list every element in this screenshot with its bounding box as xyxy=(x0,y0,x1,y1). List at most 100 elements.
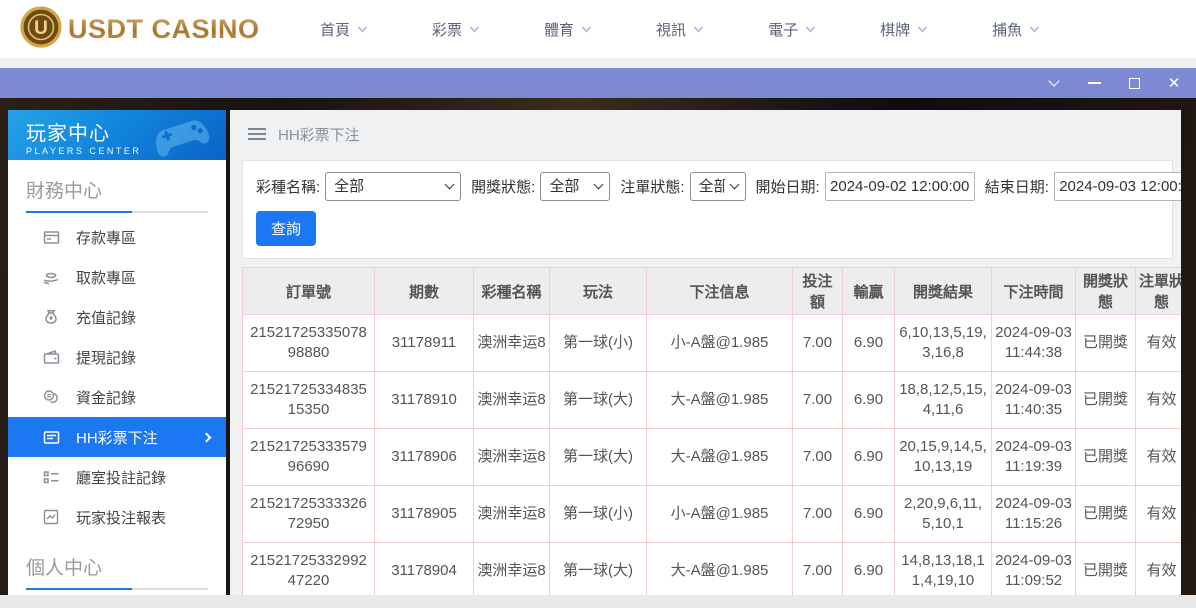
column-header: 彩種名稱 xyxy=(474,268,550,315)
minimize-icon xyxy=(1088,82,1101,84)
table-cell: 18,8,12,5,15,4,11,6 xyxy=(895,372,992,429)
table-cell: 有效 xyxy=(1136,429,1182,486)
column-header: 投注額 xyxy=(793,268,843,315)
table-cell: 澳洲幸运8 xyxy=(474,543,550,596)
sidebar-item-recharge-records[interactable]: 充值記錄 xyxy=(8,297,226,337)
table-cell: 6.90 xyxy=(843,315,895,372)
bet-table-head: 訂單號期數彩種名稱玩法下注信息投注額輸贏開獎結果下注時間開獎狀態注單狀態 xyxy=(243,268,1182,315)
cashout-icon xyxy=(42,348,60,366)
chevron-down-icon xyxy=(1030,22,1040,32)
sidebar-sections: 財務中心存款專區取款專區充值記錄提現記錄資金記錄 HH彩票下注廳室投註記錄玩家投注… xyxy=(8,160,226,595)
sidebar-item-withdrawal-records[interactable]: 提現記錄 xyxy=(8,337,226,377)
sidebar-item-room-bet-records[interactable]: 廳室投註記錄 xyxy=(8,457,226,497)
nav-item-label: 首頁 xyxy=(320,19,350,40)
table-row: 215217253329924722031178904澳洲幸运8第一球(大)大-… xyxy=(243,543,1182,596)
order-status-select-wrap: 全部 xyxy=(690,172,746,201)
nav-item-3[interactable]: 視訊 xyxy=(656,19,702,40)
end-date-input[interactable] xyxy=(1054,172,1181,201)
table-cell: 有效 xyxy=(1136,486,1182,543)
table-cell: 第一球(大) xyxy=(550,372,647,429)
bet-table-card: 訂單號期數彩種名稱玩法下注信息投注額輸贏開獎結果下注時間開獎狀態注單狀態 215… xyxy=(242,267,1181,595)
maximize-icon xyxy=(1129,78,1140,89)
lottery-type-select[interactable]: 全部 xyxy=(325,172,461,201)
table-cell: 7.00 xyxy=(793,315,843,372)
order-status-select[interactable]: 全部 xyxy=(690,172,746,201)
main-content: HH彩票下注 彩種名稱:全部開獎狀態:全部注單狀態:全部開始日期:結束日期: 查… xyxy=(230,110,1181,595)
table-row: 215217253335799669031178906澳洲幸运8第一球(大)大-… xyxy=(243,429,1182,486)
start-date-label: 開始日期: xyxy=(756,176,820,197)
sidebar-item-withdraw-zone[interactable]: 取款專區 xyxy=(8,257,226,297)
table-cell: 2152172533483515350 xyxy=(243,372,375,429)
table-cell: 有效 xyxy=(1136,372,1182,429)
table-cell: 澳洲幸运8 xyxy=(474,486,550,543)
chevron-down-icon xyxy=(470,22,480,32)
sidebar-item-funds-records[interactable]: 資金記錄 xyxy=(8,377,226,417)
column-header: 開獎狀態 xyxy=(1076,268,1136,315)
chevron-down-icon xyxy=(918,22,928,32)
deposit-icon xyxy=(42,228,60,246)
maximize-window-button[interactable] xyxy=(1126,75,1142,91)
nav-item-0[interactable]: 首頁 xyxy=(320,19,366,40)
table-cell: 澳洲幸运8 xyxy=(474,372,550,429)
section-header-0: 財務中心 xyxy=(8,160,226,211)
nav-item-label: 棋牌 xyxy=(880,19,910,40)
query-button[interactable]: 查詢 xyxy=(256,211,316,246)
section-underline xyxy=(26,588,208,590)
column-header: 下注時間 xyxy=(992,268,1076,315)
close-window-button[interactable]: ✕ xyxy=(1166,75,1182,91)
table-cell: 31178906 xyxy=(375,429,474,486)
page-title: HH彩票下注 xyxy=(278,124,360,145)
sidebar-item-player-bet-report[interactable]: 玩家投注報表 xyxy=(8,497,226,537)
sidebar: 玩家中心 PLAYERS CENTER 財務中心存款專區取款專區充值記錄提現 xyxy=(8,110,226,595)
table-cell: 2024-09-03 11:15:26 xyxy=(992,486,1076,543)
start-date-input[interactable] xyxy=(825,172,975,201)
filter-draw-status: 開獎狀態:全部 xyxy=(471,172,610,201)
section-header-1: 個人中心 xyxy=(8,537,226,588)
nav-item-4[interactable]: 電子 xyxy=(768,19,814,40)
table-cell: 已開獎 xyxy=(1076,429,1136,486)
menu-toggle-icon[interactable] xyxy=(248,127,266,141)
chevron-down-icon xyxy=(582,22,592,32)
nav-item-1[interactable]: 彩票 xyxy=(432,19,478,40)
nav-item-6[interactable]: 捕魚 xyxy=(992,19,1038,40)
table-cell: 2152172533357996690 xyxy=(243,429,375,486)
lottery-bet-icon xyxy=(42,428,60,446)
table-cell: 已開獎 xyxy=(1076,372,1136,429)
table-cell: 小-A盤@1.985 xyxy=(647,486,793,543)
main-header: HH彩票下注 xyxy=(230,110,1181,158)
sidebar-item-label: HH彩票下注 xyxy=(76,427,158,448)
sidebar-item-deposit-zone[interactable]: 存款專區 xyxy=(8,217,226,257)
table-cell: 已開獎 xyxy=(1076,486,1136,543)
draw-status-select[interactable]: 全部 xyxy=(540,172,610,201)
window-titlebar: ✕ xyxy=(0,68,1196,98)
table-cell: 2024-09-03 11:44:38 xyxy=(992,315,1076,372)
table-cell: 第一球(大) xyxy=(550,543,647,596)
table-cell: 2,20,9,6,11,5,10,1 xyxy=(895,486,992,543)
chevron-down-icon xyxy=(694,22,704,32)
logo-text: USDT CASINO xyxy=(68,14,260,45)
table-cell: 14,8,13,18,11,4,19,10 xyxy=(895,543,992,596)
nav-item-label: 電子 xyxy=(768,19,798,40)
chevron-down-icon xyxy=(358,22,368,32)
report-icon xyxy=(42,508,60,526)
table-cell: 大-A盤@1.985 xyxy=(647,429,793,486)
table-cell: 7.00 xyxy=(793,543,843,596)
column-header: 輸贏 xyxy=(843,268,895,315)
bet-table: 訂單號期數彩種名稱玩法下注信息投注額輸贏開獎結果下注時間開獎狀態注單狀態 215… xyxy=(242,267,1181,595)
lottery-type-label: 彩種名稱: xyxy=(256,176,320,197)
withdraw-icon xyxy=(42,268,60,286)
table-cell: 6.90 xyxy=(843,543,895,596)
chevron-down-window-button[interactable] xyxy=(1046,75,1062,91)
coin-logo-icon: U xyxy=(20,6,62,53)
table-cell: 20,15,9,14,5,10,13,19 xyxy=(895,429,992,486)
table-cell: 2024-09-03 11:40:35 xyxy=(992,372,1076,429)
nav-item-2[interactable]: 體育 xyxy=(544,19,590,40)
site-topbar: U USDT CASINO 首頁 彩票 體育 視訊 電子 棋牌 捕魚 xyxy=(0,0,1196,58)
sidebar-item-hh-lottery-bets[interactable]: HH彩票下注 xyxy=(8,417,226,457)
table-cell: 已開獎 xyxy=(1076,543,1136,596)
nav-item-label: 彩票 xyxy=(432,19,462,40)
minimize-window-button[interactable] xyxy=(1086,75,1102,91)
nav-item-5[interactable]: 棋牌 xyxy=(880,19,926,40)
table-cell: 小-A盤@1.985 xyxy=(647,315,793,372)
sidebar-item-label: 存款專區 xyxy=(76,227,136,248)
